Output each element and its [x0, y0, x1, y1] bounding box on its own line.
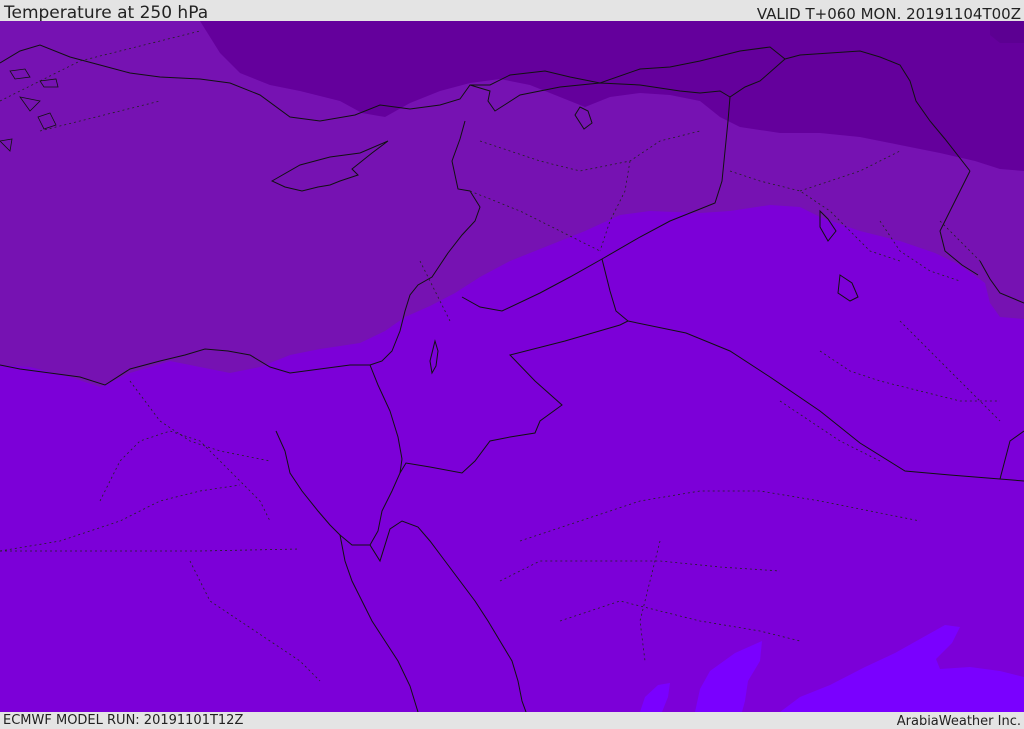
map-title: Temperature at 250 hPa [4, 3, 209, 23]
model-run-label: ECMWF MODEL RUN: 20191101T12Z [3, 713, 244, 728]
temperature-map [0, 21, 1024, 712]
footer-bar: ECMWF MODEL RUN: 20191101T12Z ArabiaWeat… [0, 712, 1024, 729]
weather-map-frame: Temperature at 250 hPa VALID T+060 MON. … [0, 0, 1024, 729]
map-canvas [0, 21, 1024, 712]
credit-label: ArabiaWeather Inc. [896, 714, 1021, 729]
header-bar: Temperature at 250 hPa VALID T+060 MON. … [0, 0, 1024, 23]
